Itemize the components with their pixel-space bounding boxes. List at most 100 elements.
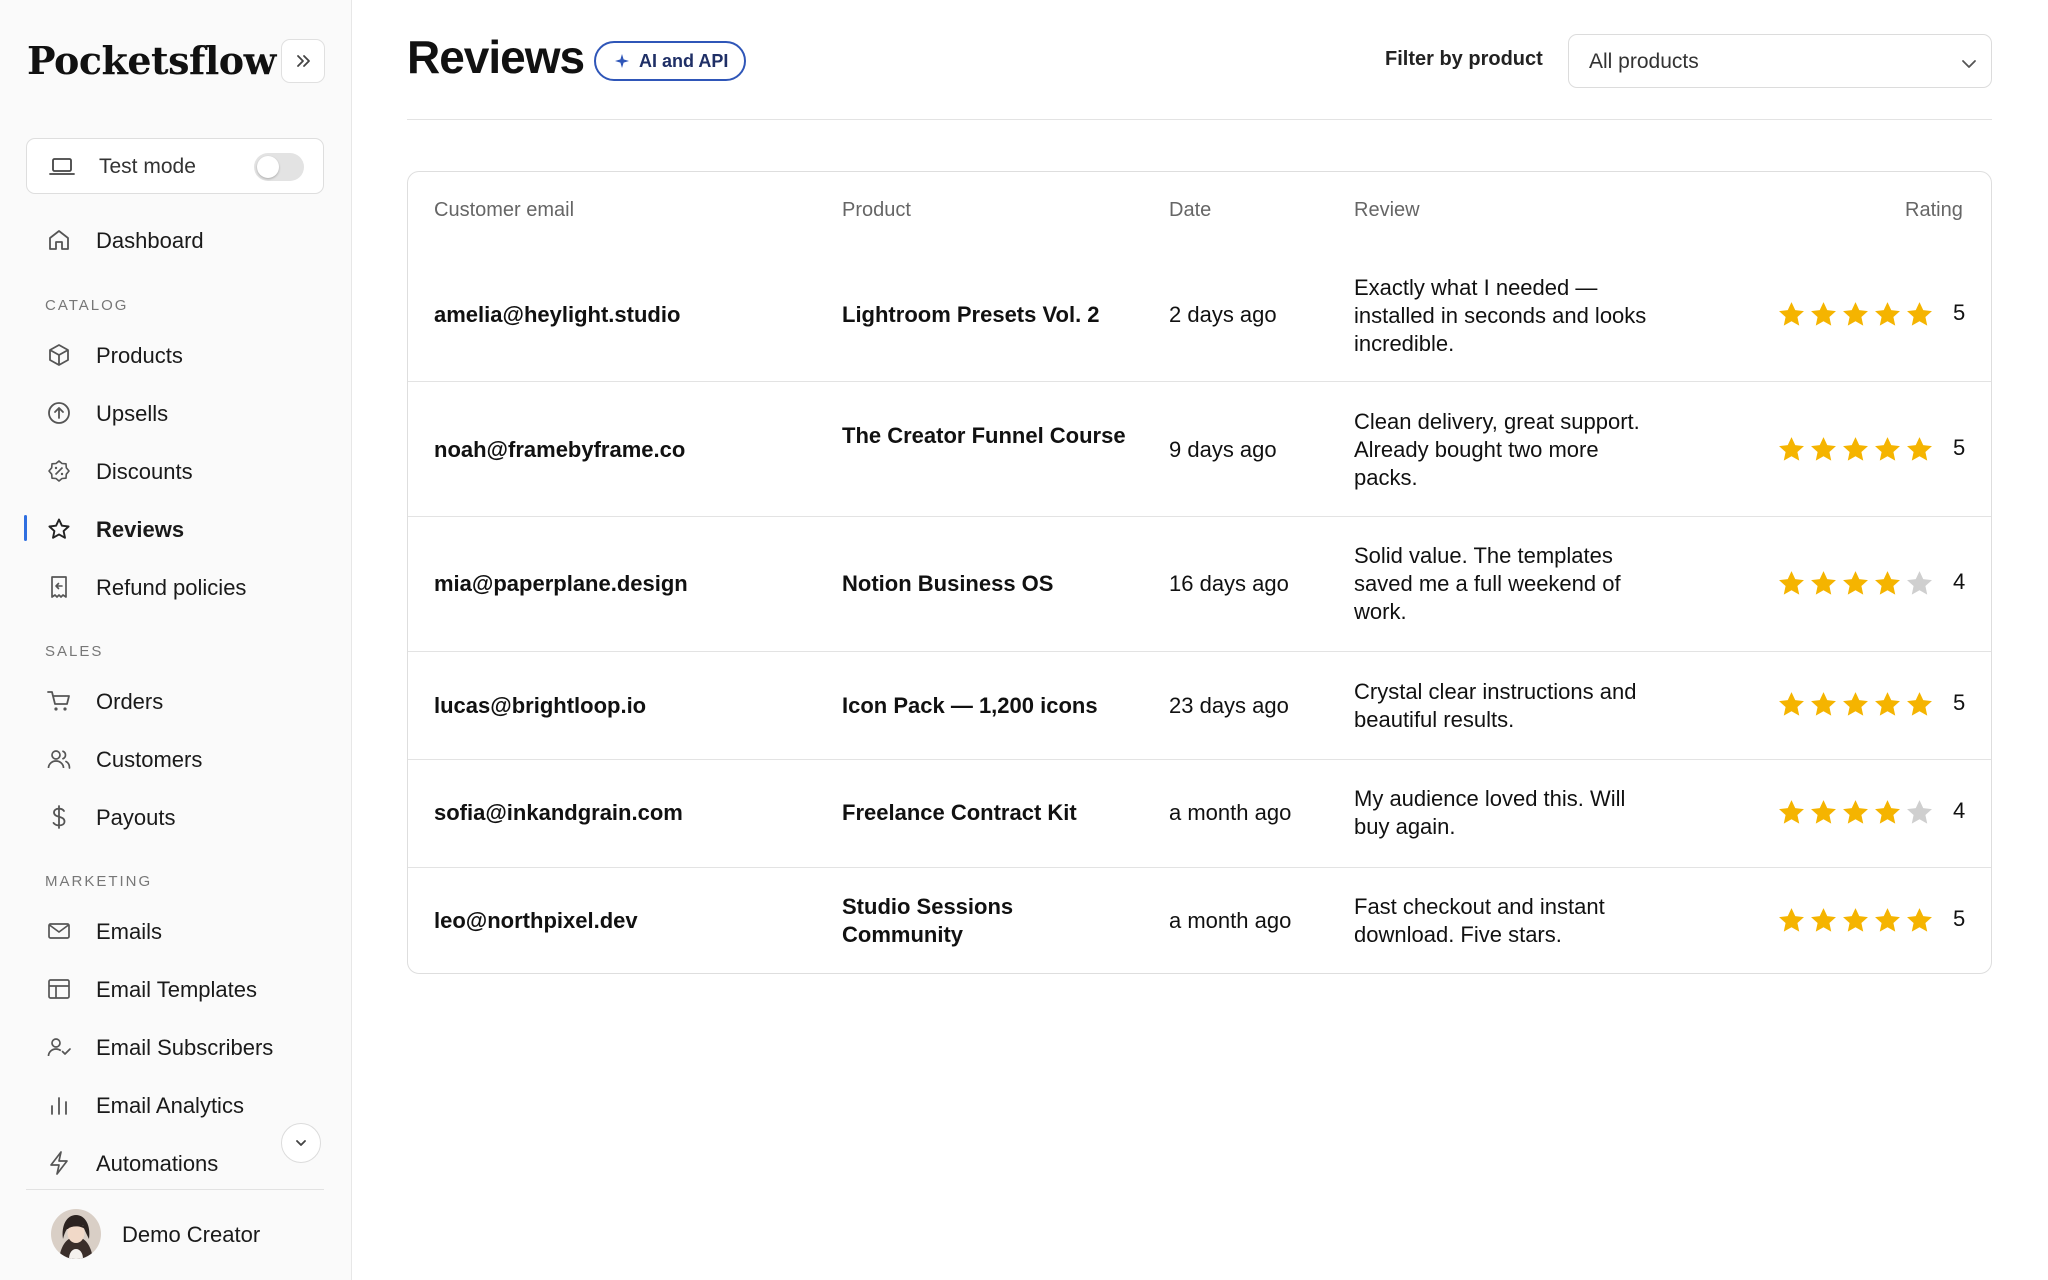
table-row[interactable]: noah@framebyframe.co The Creator Funnel …	[408, 383, 1991, 517]
layout-template-icon	[48, 979, 70, 999]
star-filled-icon	[1907, 692, 1932, 716]
product-name: Lightroom Presets Vol. 2	[842, 302, 1100, 327]
star-empty-icon	[1907, 800, 1932, 824]
sidebar-item-reviews[interactable]: Reviews	[26, 506, 324, 550]
star-filled-icon	[1779, 908, 1804, 932]
column-header-date[interactable]: Date	[1169, 199, 1211, 222]
sidebar-item-label: Orders	[96, 689, 164, 714]
rating-value: 4	[1953, 569, 1966, 594]
table-row[interactable]: mia@paperplane.design Notion Business OS…	[408, 518, 1991, 652]
review-date: a month ago	[1169, 908, 1292, 933]
review-date: 16 days ago	[1169, 571, 1289, 596]
sidebar-item-dashboard[interactable]: Dashboard	[26, 217, 324, 261]
star-filled-icon	[1779, 437, 1804, 461]
sidebar-item-label: Upsells	[96, 401, 169, 426]
rating-value: 5	[1953, 435, 1966, 460]
star-rating	[1777, 435, 1934, 464]
brand-logo[interactable]: Pocketsflow	[27, 38, 276, 83]
rating-value: 5	[1953, 300, 1966, 325]
sidebar-item-email-templates[interactable]: Email Templates	[26, 966, 324, 1010]
column-header-product[interactable]: Product	[842, 199, 911, 222]
sidebar-item-label: Automations	[96, 1151, 219, 1176]
star-filled-icon	[1843, 571, 1868, 595]
arrow-up-circle-icon	[48, 402, 70, 424]
review-date: a month ago	[1169, 800, 1292, 825]
bar-chart-icon	[51, 1097, 67, 1115]
sidebar-item-label: Products	[96, 343, 183, 368]
customer-email: lucas@brightloop.io	[434, 693, 647, 718]
sidebar-item-label: Discounts	[96, 459, 193, 484]
sidebar-item-emails[interactable]: Emails	[26, 908, 324, 952]
sidebar-item-label: Email Analytics	[96, 1093, 244, 1118]
test-mode-switch[interactable]	[254, 153, 304, 181]
receipt-refund-icon	[51, 576, 67, 598]
column-header-email[interactable]: Customer email	[434, 199, 574, 222]
sidebar-item-label: Email Subscribers	[96, 1035, 274, 1060]
table-row[interactable]: lucas@brightloop.io Icon Pack — 1,200 ic…	[408, 653, 1991, 760]
sidebar-item-automations[interactable]: Automations	[26, 1140, 324, 1184]
review-text: Fast checkout and instant download. Five…	[1354, 894, 1605, 947]
star-filled-icon	[1843, 908, 1868, 932]
product-filter-select[interactable]: All products	[1568, 34, 1992, 88]
sidebar-item-refund-policies[interactable]: Refund policies	[26, 564, 324, 608]
sidebar-item-customers[interactable]: Customers	[26, 736, 324, 780]
discount-badge-icon	[48, 460, 70, 482]
table-row[interactable]: sofia@inkandgrain.com Freelance Contract…	[408, 761, 1991, 868]
star-filled-icon	[1907, 908, 1932, 932]
sidebar-item-label: Reviews	[96, 517, 185, 542]
review-date: 23 days ago	[1169, 693, 1289, 718]
chevron-down-icon	[1962, 60, 1976, 68]
filter-label: Filter by product	[1385, 48, 1543, 70]
table-row[interactable]: leo@northpixel.dev Studio Sessions Commu…	[408, 869, 1991, 973]
box-icon	[49, 344, 69, 366]
star-filled-icon	[1875, 302, 1900, 326]
user-check-icon	[47, 1038, 71, 1057]
sidebar-item-email-analytics[interactable]: Email Analytics	[26, 1082, 324, 1126]
star-rating	[1777, 300, 1934, 329]
table-row[interactable]: amelia@heylight.studio Lightroom Presets…	[408, 248, 1991, 382]
star-filled-icon	[1843, 800, 1868, 824]
mail-icon	[48, 923, 70, 939]
rating-value: 4	[1953, 798, 1966, 823]
column-header-rating[interactable]: Rating	[1905, 199, 1963, 222]
test-mode-toggle-row[interactable]: Test mode	[26, 138, 324, 194]
sidebar-scroll-down-button[interactable]	[281, 1123, 321, 1163]
section-label-sales: SALES	[45, 643, 104, 660]
reviews-table: Customer email Product Date Review Ratin…	[407, 171, 1992, 974]
collapse-sidebar-button[interactable]	[281, 39, 325, 83]
page-title: Reviews	[407, 31, 585, 83]
sidebar-item-label: Refund policies	[96, 575, 247, 600]
sidebar-item-products[interactable]: Products	[26, 332, 324, 376]
star-rating	[1777, 906, 1934, 935]
column-header-review[interactable]: Review	[1354, 199, 1420, 222]
review-text: Clean delivery, great support. Already b…	[1354, 409, 1640, 490]
ai-and-api-badge[interactable]: AI and API	[594, 41, 747, 81]
cart-icon	[47, 691, 70, 711]
star-filled-icon	[1811, 437, 1836, 461]
star-filled-icon	[1875, 908, 1900, 932]
sparkle-icon	[615, 54, 629, 68]
sidebar-item-payouts[interactable]: Payouts	[26, 794, 324, 838]
users-icon	[47, 750, 71, 769]
star-filled-icon	[1843, 692, 1868, 716]
star-filled-icon	[1811, 800, 1836, 824]
star-rating	[1777, 569, 1934, 598]
sidebar-item-label: Customers	[96, 747, 203, 772]
star-filled-icon	[1843, 302, 1868, 326]
review-text: Solid value. The templates saved me a fu…	[1354, 543, 1621, 624]
sidebar-item-orders[interactable]: Orders	[26, 678, 324, 722]
product-name: Notion Business OS	[842, 571, 1054, 596]
customer-email: leo@northpixel.dev	[434, 908, 638, 933]
customer-email: amelia@heylight.studio	[434, 302, 681, 327]
product-name: The Creator Funnel Course	[842, 423, 1126, 448]
test-mode-label: Test mode	[99, 155, 196, 178]
dollar-icon	[52, 805, 66, 829]
user-profile[interactable]: Demo Creator	[26, 1206, 324, 1262]
filter-selected-value: All products	[1589, 50, 1699, 73]
sidebar-item-email-subscribers[interactable]: Email Subscribers	[26, 1024, 324, 1068]
lightning-icon	[50, 1151, 68, 1175]
sidebar-item-discounts[interactable]: Discounts	[26, 448, 324, 492]
product-name: Icon Pack — 1,200 icons	[842, 693, 1098, 718]
sidebar-item-upsells[interactable]: Upsells	[26, 390, 324, 434]
laptop-icon	[49, 158, 75, 175]
